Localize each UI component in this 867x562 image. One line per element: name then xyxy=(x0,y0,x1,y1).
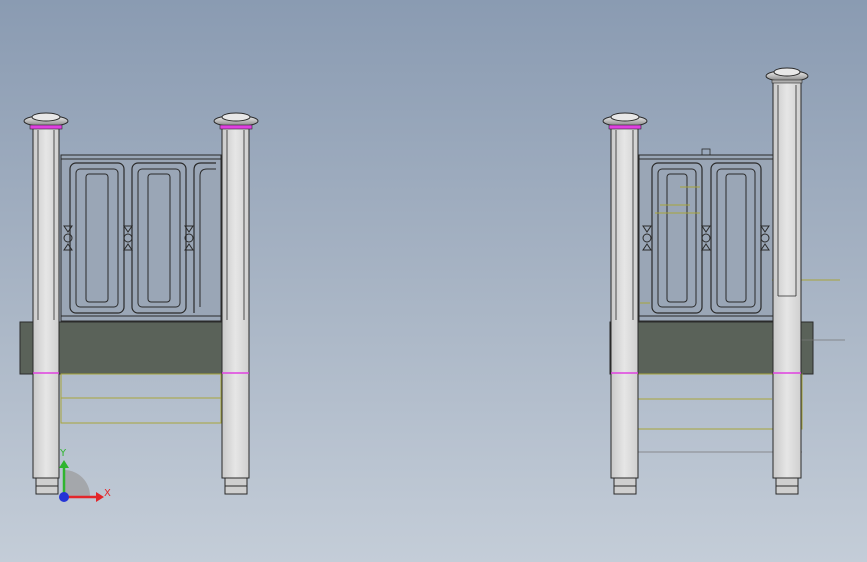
railing-panel xyxy=(60,154,222,322)
post xyxy=(221,127,250,495)
tall-post xyxy=(772,81,802,495)
post xyxy=(32,127,60,495)
x-axis-label: X xyxy=(104,488,111,499)
post-cap xyxy=(23,112,69,130)
cad-viewport[interactable]: X Y xyxy=(0,0,867,562)
railing-panel xyxy=(638,148,774,322)
sketch-lines xyxy=(60,373,222,424)
cad-drawing: X Y xyxy=(19,67,845,502)
side-view xyxy=(602,67,845,495)
y-axis-arrowhead xyxy=(59,460,69,468)
post-cap xyxy=(602,112,648,130)
coordinate-triad[interactable]: X Y xyxy=(59,448,111,502)
y-axis-label: Y xyxy=(59,448,67,459)
triad-arc xyxy=(64,470,90,496)
z-axis-dot xyxy=(59,492,69,502)
post xyxy=(610,127,639,495)
front-view xyxy=(19,112,259,495)
post-cap xyxy=(765,67,809,84)
x-axis-arrowhead xyxy=(96,492,104,502)
post-cap xyxy=(213,112,259,130)
